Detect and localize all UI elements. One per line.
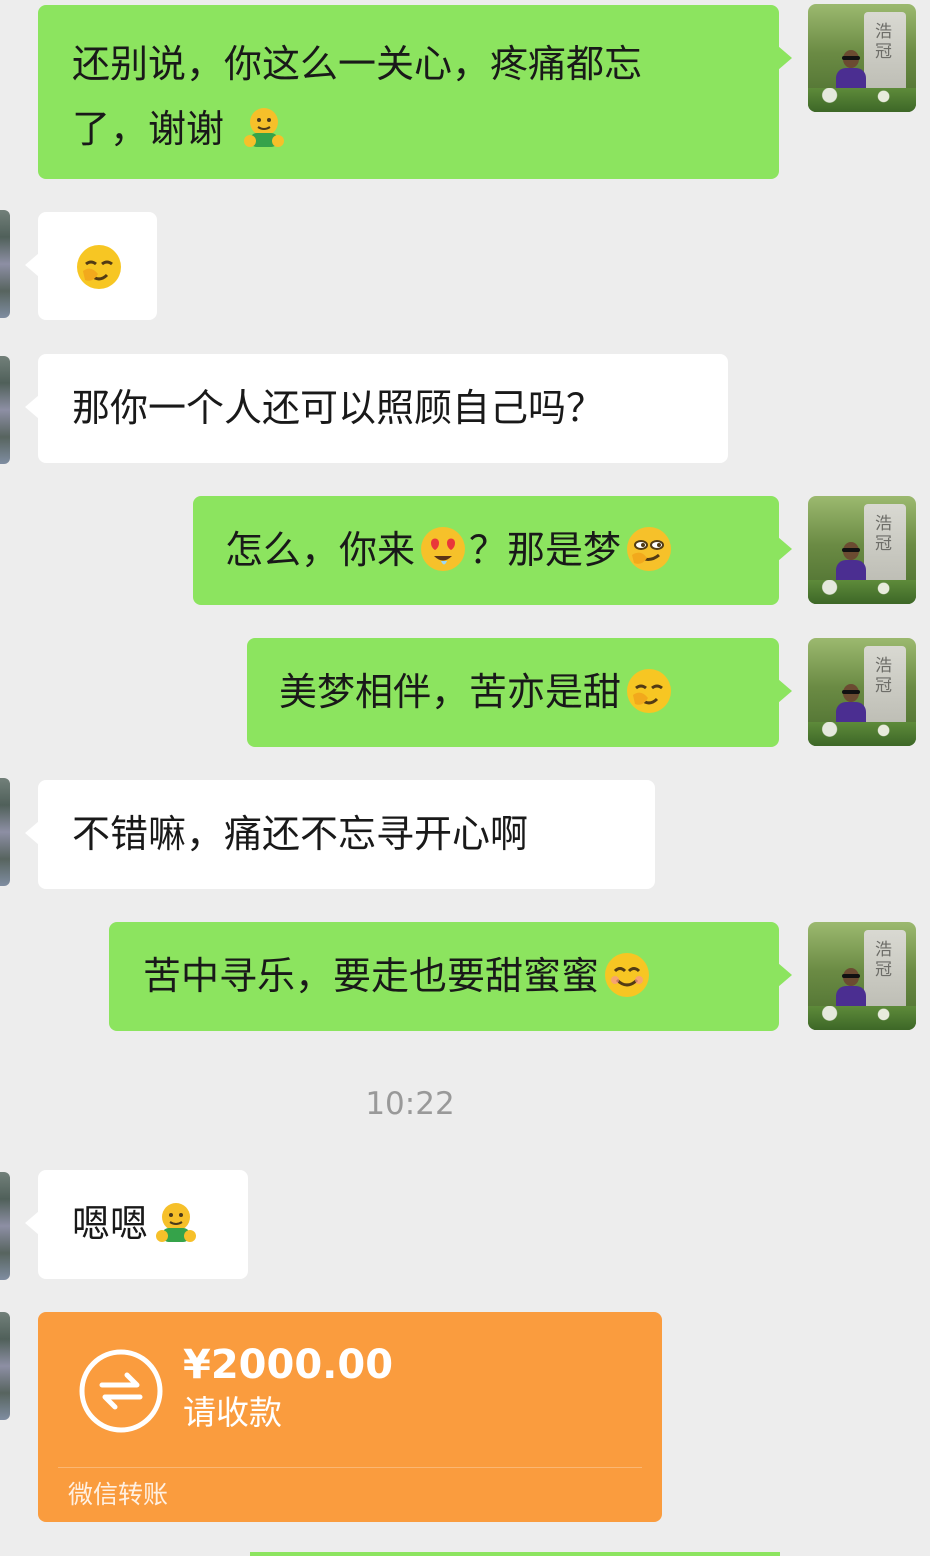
message-row-right: 美梦相伴，苦亦是甜 浩 冠	[0, 636, 930, 748]
hug-emoji-icon	[150, 1197, 202, 1249]
hug-emoji-icon	[238, 102, 290, 154]
message-text: 苦中寻乐，要走也要甜蜜蜜	[143, 954, 600, 998]
message-text: 了，谢谢	[72, 107, 225, 151]
message-bubble[interactable]: 还别说，你这么一关心，疼痛都忘 了，谢谢	[38, 5, 792, 179]
giggle-emoji-icon	[623, 665, 675, 717]
avatar-stone-text: 浩 冠	[875, 656, 892, 696]
transfer-icon	[79, 1349, 163, 1433]
avatar[interactable]	[0, 210, 10, 318]
avatar-plants	[808, 88, 916, 112]
message-text: 还别说，你这么一关心，疼痛都忘	[72, 42, 643, 86]
message-text: 嗯嗯	[72, 1202, 149, 1246]
avatar[interactable]	[0, 1312, 10, 1420]
avatar[interactable]: 浩 冠	[808, 496, 916, 604]
transfer-status: 请收款	[183, 1393, 282, 1432]
heart-eyes-emoji-icon	[417, 523, 469, 575]
message-text: 那你一个人还可以照顾自己吗？	[72, 386, 605, 430]
avatar[interactable]	[0, 356, 10, 464]
message-text: 不错嘛，痛还不忘寻开心啊	[72, 812, 529, 856]
message-bubble[interactable]: 那你一个人还可以照顾自己吗？	[25, 354, 728, 463]
message-row-left: 嗯嗯	[0, 1168, 930, 1280]
message-bubble[interactable]: 嗯嗯	[25, 1170, 248, 1279]
avatar[interactable]	[0, 778, 10, 886]
transfer-amount: ¥2000.00	[183, 1342, 394, 1388]
avatar[interactable]: 浩 冠	[808, 922, 916, 1030]
timestamp: 10:22	[365, 1086, 455, 1122]
avatar-stone-text: 浩 冠	[875, 514, 892, 554]
avatar-stone-text: 浩 冠	[875, 22, 892, 62]
message-bubble[interactable]	[25, 212, 157, 320]
message-bubble[interactable]: 苦中寻乐，要走也要甜蜜蜜	[109, 922, 792, 1031]
message-text: 怎么，你来	[225, 528, 416, 572]
avatar-plants	[808, 1006, 916, 1030]
transfer-footer: 微信转账	[68, 1480, 169, 1509]
message-row-left	[0, 210, 930, 322]
message-text: 美梦相伴，苦亦是甜	[279, 670, 622, 714]
giggle-emoji-icon	[73, 241, 125, 293]
avatar-plants	[808, 580, 916, 604]
message-text: ？那是梦	[469, 528, 622, 572]
message-bubble[interactable]: 美梦相伴，苦亦是甜	[247, 638, 792, 747]
message-bubble[interactable]: 怎么，你来 ？那是梦	[193, 496, 792, 605]
avatar-plants	[808, 722, 916, 746]
smile-emoji-icon	[601, 949, 653, 1001]
smirk-emoji-icon	[623, 523, 675, 575]
chat-view[interactable]: 还别说，你这么一关心，疼痛都忘 了，谢谢 浩 冠 那你一个人还可以照顾自己吗？ …	[0, 0, 930, 1556]
avatar[interactable]: 浩 冠	[808, 4, 916, 112]
avatar[interactable]	[0, 1172, 10, 1280]
wechat-transfer-card[interactable]: ¥2000.00 请收款 微信转账	[38, 1312, 662, 1522]
message-row-right: 还别说，你这么一关心，疼痛都忘 了，谢谢 浩 冠	[0, 0, 930, 190]
avatar-stone-text: 浩 冠	[875, 940, 892, 980]
message-row-left: 不错嘛，痛还不忘寻开心啊	[0, 778, 930, 890]
message-row-left: 那你一个人还可以照顾自己吗？	[0, 352, 930, 464]
message-row-right: 怎么，你来 ？那是梦 浩 冠	[0, 494, 930, 606]
message-row-right: 苦中寻乐，要走也要甜蜜蜜 浩 冠	[0, 920, 930, 1032]
message-bubble[interactable]: 不错嘛，痛还不忘寻开心啊	[25, 780, 655, 889]
transfer-divider	[58, 1467, 642, 1468]
avatar[interactable]: 浩 冠	[808, 638, 916, 746]
next-message-edge	[250, 1552, 780, 1556]
